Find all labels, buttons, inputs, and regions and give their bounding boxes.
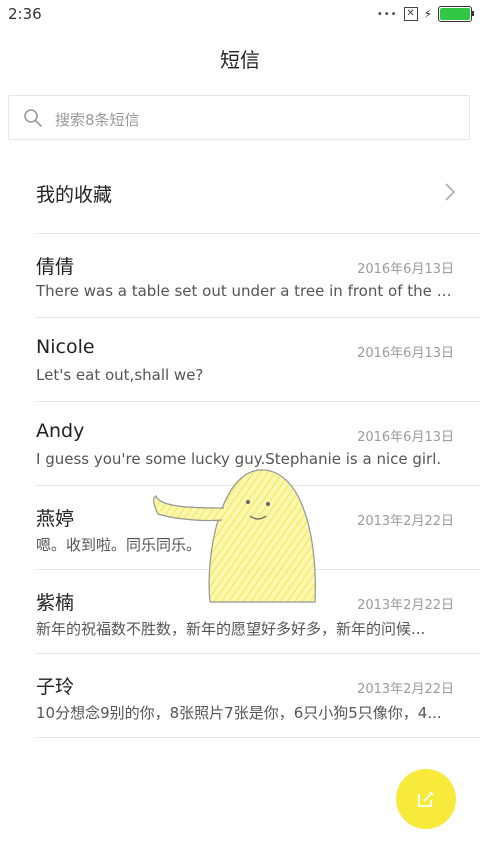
charging-icon: ⚡ [423, 7, 432, 21]
message-preview: There was a table set out under a tree i… [36, 282, 454, 300]
no-sim-icon: ✕ [403, 7, 418, 21]
battery-icon [438, 6, 474, 22]
search-icon [24, 109, 42, 127]
search-placeholder: 搜索8条短信 [55, 111, 140, 129]
search-input[interactable]: 搜索8条短信 [8, 95, 470, 140]
list-item[interactable]: 倩倩 2016年6月13日 There was a table set out … [0, 234, 480, 318]
contact-name: 燕婷 [36, 508, 75, 530]
compose-icon [418, 791, 434, 807]
message-preview: Let's eat out,shall we? [36, 366, 204, 384]
status-icons: ••• ✕ ⚡ [376, 6, 474, 22]
contact-name: Andy [36, 420, 85, 442]
contact-name: 紫楠 [36, 592, 75, 614]
divider [36, 737, 480, 738]
mascot-illustration [152, 469, 316, 603]
status-bar: 2:36 ••• ✕ ⚡ [0, 0, 480, 30]
contact-name: Nicole [36, 336, 95, 358]
list-item[interactable]: Nicole 2016年6月13日 Let's eat out,shall we… [0, 318, 480, 402]
message-date: 2016年6月13日 [357, 346, 454, 361]
page-title: 短信 [220, 48, 260, 72]
message-preview: 10分想念9别的你，8张照片7张是你，6只小狗5只像你，4... [36, 704, 442, 722]
favorites-row[interactable]: 我的收藏 [0, 150, 480, 234]
list-item[interactable]: 子玲 2013年2月22日 10分想念9别的你，8张照片7张是你，6只小狗5只像… [0, 654, 480, 738]
chevron-right-icon [445, 183, 456, 201]
message-date: 2016年6月13日 [357, 430, 454, 445]
message-date: 2016年6月13日 [357, 262, 454, 277]
favorites-label: 我的收藏 [36, 184, 113, 206]
contact-name: 倩倩 [36, 256, 75, 278]
message-date: 2013年2月22日 [357, 598, 454, 613]
status-time: 2:36 [8, 5, 42, 23]
compose-button[interactable] [396, 769, 456, 829]
message-date: 2013年2月22日 [357, 682, 454, 697]
more-dots-icon: ••• [376, 8, 398, 20]
contact-name: 子玲 [36, 676, 75, 698]
message-date: 2013年2月22日 [357, 514, 454, 529]
